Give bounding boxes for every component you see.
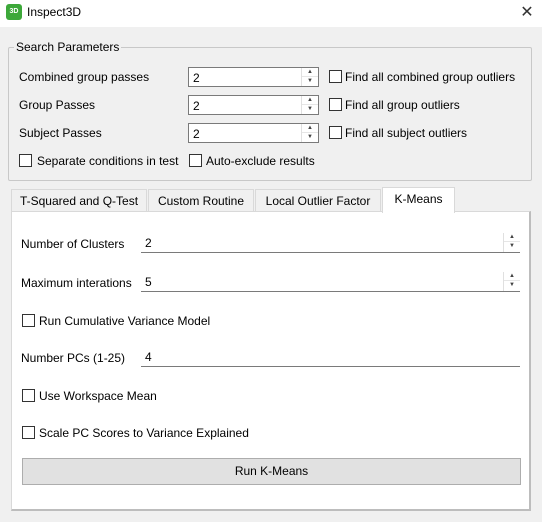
- number-of-clusters-spinner[interactable]: 2 ▲ ▼: [141, 233, 520, 253]
- subject-passes-spinner[interactable]: 2 ▲ ▼: [188, 123, 319, 143]
- combined-group-passes-value: 2: [193, 71, 200, 85]
- spinner-arrows: ▲ ▼: [301, 68, 318, 86]
- number-pcs-value: 4: [145, 350, 152, 364]
- find-subject-outliers-label: Find all subject outliers: [345, 126, 468, 140]
- maximum-iterations-spinner[interactable]: 5 ▲ ▼: [141, 272, 520, 292]
- spin-down-icon[interactable]: ▼: [302, 77, 318, 86]
- workspace-mean-checkbox[interactable]: [22, 389, 35, 402]
- maximum-iterations-label: Maximum interations: [21, 276, 132, 290]
- subject-passes-value: 2: [193, 127, 200, 141]
- spin-down-icon[interactable]: ▼: [302, 105, 318, 114]
- spinner-arrows: ▲ ▼: [301, 124, 318, 142]
- run-k-means-button[interactable]: Run K-Means: [22, 458, 521, 485]
- workspace-mean-label: Use Workspace Mean: [39, 389, 157, 403]
- tab-custom-routine[interactable]: Custom Routine: [148, 189, 254, 211]
- spin-up-icon[interactable]: ▲: [302, 68, 318, 77]
- spin-up-icon[interactable]: ▲: [302, 124, 318, 133]
- auto-exclude-label: Auto-exclude results: [206, 154, 315, 168]
- subject-passes-label: Subject Passes: [19, 126, 102, 140]
- group-passes-spinner[interactable]: 2 ▲ ▼: [188, 95, 319, 115]
- tab-t-squared[interactable]: T-Squared and Q-Test: [11, 189, 147, 211]
- group-passes-value: 2: [193, 99, 200, 113]
- number-pcs-label: Number PCs (1-25): [21, 351, 126, 365]
- number-of-clusters-value: 2: [145, 236, 152, 250]
- spin-down-icon[interactable]: ▼: [504, 242, 520, 251]
- separate-conditions-checkbox[interactable]: [19, 154, 32, 167]
- spin-up-icon[interactable]: ▲: [504, 272, 520, 281]
- app-icon: 3D: [6, 4, 22, 20]
- window-title: Inspect3D: [27, 5, 82, 19]
- find-combined-outliers-label: Find all combined group outliers: [345, 70, 516, 84]
- tab-k-means[interactable]: K-Means: [382, 187, 455, 213]
- cumulative-variance-checkbox[interactable]: [22, 314, 35, 327]
- combined-group-passes-label: Combined group passes: [19, 70, 150, 84]
- scale-pc-scores-checkbox[interactable]: [22, 426, 35, 439]
- auto-exclude-checkbox[interactable]: [189, 154, 202, 167]
- spin-up-icon[interactable]: ▲: [504, 233, 520, 242]
- scale-pc-scores-label: Scale PC Scores to Variance Explained: [39, 426, 249, 440]
- number-of-clusters-label: Number of Clusters: [21, 237, 125, 251]
- find-group-outliers-label: Find all group outliers: [345, 98, 460, 112]
- tab-local-outlier-factor[interactable]: Local Outlier Factor: [255, 189, 381, 211]
- maximum-iterations-value: 5: [145, 275, 152, 289]
- separate-conditions-label: Separate conditions in test: [37, 154, 179, 168]
- spin-down-icon[interactable]: ▼: [504, 281, 520, 290]
- find-group-outliers-checkbox[interactable]: [329, 98, 342, 111]
- number-pcs-input[interactable]: 4: [141, 346, 520, 367]
- spinner-arrows: ▲ ▼: [301, 96, 318, 114]
- close-button[interactable]: ✕: [512, 0, 542, 27]
- find-subject-outliers-checkbox[interactable]: [329, 126, 342, 139]
- group-passes-label: Group Passes: [19, 98, 96, 112]
- spinner-arrows: ▲ ▼: [503, 272, 520, 291]
- search-parameters-title: Search Parameters: [14, 40, 122, 54]
- title-bar: 3D Inspect3D ✕: [0, 0, 542, 27]
- spin-down-icon[interactable]: ▼: [302, 133, 318, 142]
- find-combined-outliers-checkbox[interactable]: [329, 70, 342, 83]
- spin-up-icon[interactable]: ▲: [302, 96, 318, 105]
- combined-group-passes-spinner[interactable]: 2 ▲ ▼: [188, 67, 319, 87]
- spinner-arrows: ▲ ▼: [503, 233, 520, 252]
- cumulative-variance-label: Run Cumulative Variance Model: [39, 314, 211, 328]
